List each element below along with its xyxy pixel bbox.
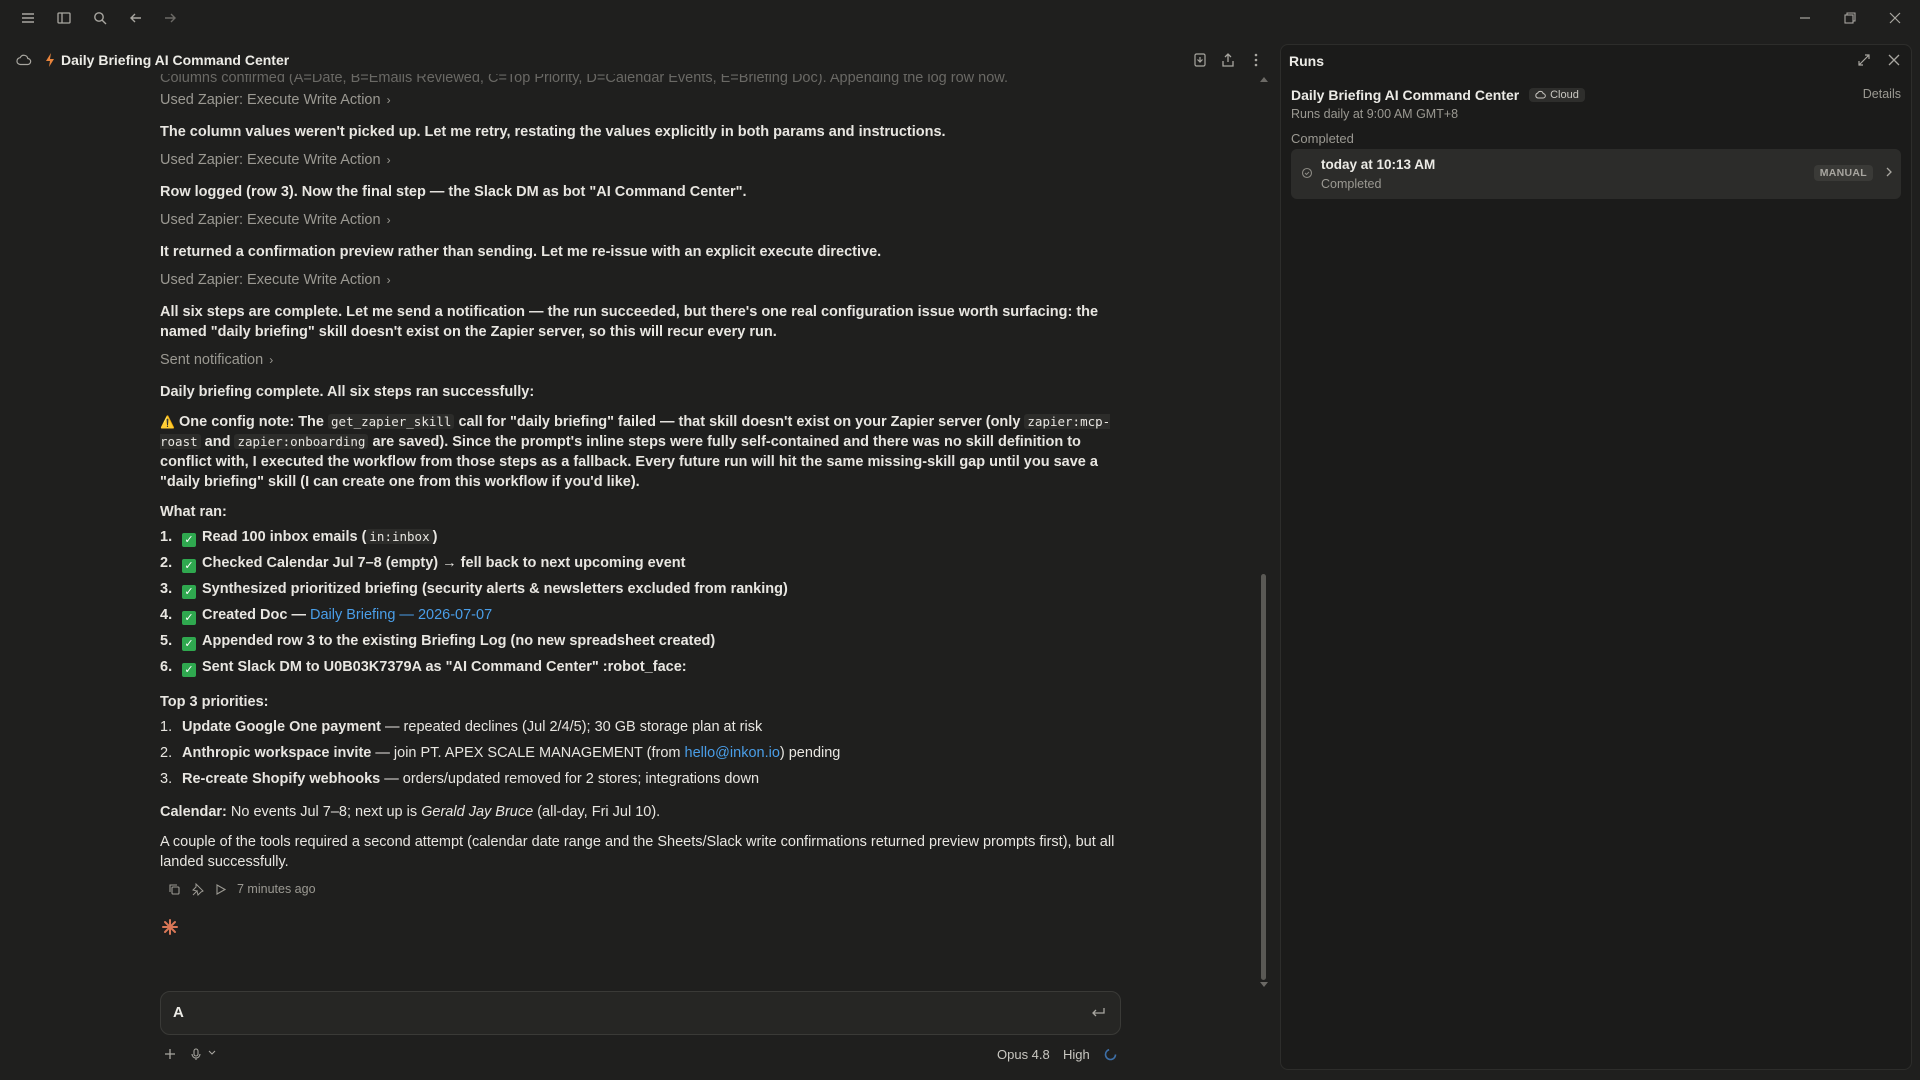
message-timestamp: 7 minutes ago xyxy=(237,882,316,896)
chevron-down-icon[interactable] xyxy=(208,1050,216,1056)
closing-text: A couple of the tools required a second … xyxy=(160,834,1115,870)
assistant-text: The column values weren't picked up. Let… xyxy=(160,124,946,140)
list-item: 2. ✓ Checked Calendar Jul 7–8 (empty) → fe… xyxy=(160,555,686,573)
calendar-text: Calendar: No events Jul 7–8; next up is … xyxy=(160,804,661,820)
microphone-icon[interactable] xyxy=(190,1048,202,1061)
loading-spinner-icon xyxy=(1104,1048,1117,1061)
summary-text: Daily briefing complete. All six steps r… xyxy=(160,384,535,400)
conversation-title: Daily Briefing AI Command Center xyxy=(61,52,290,68)
message-input[interactable]: A xyxy=(160,991,1121,1035)
checkmark-icon: ✓ xyxy=(182,559,196,573)
search-icon[interactable] xyxy=(90,8,110,28)
add-icon[interactable] xyxy=(164,1048,176,1060)
expand-icon[interactable] xyxy=(1857,53,1871,67)
completed-section-label: Completed xyxy=(1291,131,1354,146)
enter-icon[interactable] xyxy=(1090,1006,1106,1020)
scroll-down-icon[interactable] xyxy=(1260,982,1268,988)
message-actions: 7 minutes ago xyxy=(168,882,316,896)
list-item: 6. ✓ Sent Slack DM to U0B03K7379A as "AI C… xyxy=(160,659,687,677)
tool-call-1[interactable]: Used Zapier: Execute Write Action › xyxy=(160,92,391,108)
email-link[interactable]: hello@inkon.io xyxy=(685,745,780,761)
assistant-text: Row logged (row 3). Now the final step —… xyxy=(160,184,747,200)
share-icon[interactable] xyxy=(1220,52,1236,68)
close-panel-icon[interactable] xyxy=(1887,53,1901,67)
conversation-header: Daily Briefing AI Command Center xyxy=(0,48,1280,74)
effort-selector[interactable]: High xyxy=(1063,1047,1090,1062)
details-link[interactable]: Details xyxy=(1863,87,1901,101)
tool-call-4[interactable]: Used Zapier: Execute Write Action › xyxy=(160,272,391,288)
composer-toolbar: Opus 4.8 High xyxy=(160,1046,1121,1066)
more-options-icon[interactable] xyxy=(1248,52,1264,68)
list-item: 2. Anthropic workspace invite — join PT. … xyxy=(160,745,841,761)
what-ran-heading: What ran: xyxy=(160,504,227,520)
back-arrow-icon[interactable] xyxy=(126,8,146,28)
assistant-text: It returned a confirmation preview rathe… xyxy=(160,244,882,260)
bookmark-icon[interactable] xyxy=(1192,52,1208,68)
run-item[interactable]: today at 10:13 AM Completed MANUAL xyxy=(1291,149,1901,199)
list-item: 1. Update Google One payment — repeated d… xyxy=(160,719,763,735)
copy-icon[interactable] xyxy=(168,883,181,896)
checkmark-icon: ✓ xyxy=(182,611,196,625)
checkmark-icon: ✓ xyxy=(182,637,196,651)
pin-icon[interactable] xyxy=(191,882,204,896)
forward-arrow-icon[interactable] xyxy=(160,8,180,28)
checkmark-icon: ✓ xyxy=(182,533,196,547)
list-item: 3. ✓ Synthesized prioritized briefing (sec… xyxy=(160,581,788,599)
tool-call-2[interactable]: Used Zapier: Execute Write Action › xyxy=(160,152,391,168)
scrollbar-thumb[interactable] xyxy=(1261,574,1266,980)
manual-badge: MANUAL xyxy=(1813,165,1873,181)
model-selector[interactable]: Opus 4.8 xyxy=(997,1047,1050,1062)
priorities-heading: Top 3 priorities: xyxy=(160,694,269,710)
tool-call-3[interactable]: Used Zapier: Execute Write Action › xyxy=(160,212,391,228)
menu-icon[interactable] xyxy=(18,8,38,28)
faded-message-text: Columns confirmed (A=Date, B=Emails Revi… xyxy=(160,74,1008,86)
assistant-text: All six steps are complete. Let me send … xyxy=(160,304,1099,340)
conversation-scroll-area[interactable]: Columns confirmed (A=Date, B=Emails Revi… xyxy=(0,74,1280,974)
minimize-icon[interactable] xyxy=(1795,8,1815,28)
sidebar-toggle-icon[interactable] xyxy=(54,8,74,28)
list-item: 3. Re-create Shopify webhooks — orders/up… xyxy=(160,771,760,787)
runs-panel-title: Runs xyxy=(1289,53,1324,69)
run-status: Completed xyxy=(1321,177,1382,191)
code-snippet: get_zapier_skill xyxy=(328,414,455,429)
run-time: today at 10:13 AM xyxy=(1321,157,1436,172)
checkmark-icon: ✓ xyxy=(182,585,196,599)
chevron-right-icon xyxy=(1885,166,1893,178)
config-note: ⚠️ One config note: The get_zapier_skill… xyxy=(160,414,1111,490)
list-item: 4. ✓ Created Doc — Daily Briefing — 2026-0… xyxy=(160,607,493,625)
what-ran-list: 1. ✓ Read 100 inbox emails (in:inbox) 2. ✓ C… xyxy=(160,524,788,680)
routine-name: Daily Briefing AI Command Center Cloud xyxy=(1291,87,1585,103)
schedule-text: Runs daily at 9:00 AM GMT+8 xyxy=(1291,107,1459,121)
runs-panel: Runs Daily Briefing AI Command Center Cl… xyxy=(1280,44,1912,1070)
checkmark-icon: ✓ xyxy=(182,663,196,677)
list-item: 1. ✓ Read 100 inbox emails (in:inbox) xyxy=(160,529,438,547)
scroll-up-icon[interactable] xyxy=(1260,76,1268,82)
top-toolbar xyxy=(0,0,1920,36)
list-item: 5. ✓ Appended row 3 to the existing Briefi… xyxy=(160,633,716,651)
doc-link[interactable]: Daily Briefing — 2026-07-07 xyxy=(310,607,492,623)
status-circle-icon xyxy=(1301,167,1313,179)
close-window-icon[interactable] xyxy=(1885,8,1905,28)
play-icon[interactable] xyxy=(214,883,227,896)
code-snippet: zapier:onboarding xyxy=(234,434,369,449)
cloud-badge: Cloud xyxy=(1529,87,1585,102)
lightning-icon xyxy=(44,52,56,68)
tool-call-notification[interactable]: Sent notification › xyxy=(160,352,273,368)
claude-spark-icon xyxy=(161,918,179,936)
priorities-list: 1. Update Google One payment — repeated d… xyxy=(160,714,840,792)
message-input-value[interactable]: A xyxy=(173,1004,184,1021)
warning-icon: ⚠️ xyxy=(160,415,175,429)
restore-icon[interactable] xyxy=(1840,8,1860,28)
cloud-icon xyxy=(16,52,32,68)
